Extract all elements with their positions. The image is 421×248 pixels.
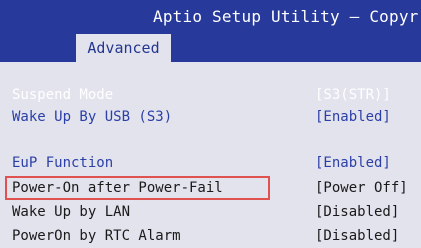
menu-item-label: Suspend Mode	[12, 87, 114, 103]
settings-menu: Suspend Mode [S3(STR)] Wake Up By USB (S…	[0, 62, 421, 248]
menu-item-eup-function[interactable]: EuP Function [Enabled]	[0, 151, 421, 175]
menu-item-label: PowerOn by RTC Alarm	[12, 228, 181, 244]
menu-item-label: Wake Up By USB (S3)	[12, 109, 173, 125]
menu-item-wake-up-by-usb[interactable]: Wake Up By USB (S3) [Enabled]	[0, 105, 421, 129]
bios-header: Aptio Setup Utility – Copyr Advanced	[0, 0, 421, 62]
menu-item-value: [S3(STR)]	[315, 87, 391, 103]
menu-item-value: [Disabled]	[315, 204, 400, 220]
menu-item-label: Wake Up by LAN	[12, 204, 131, 220]
menu-item-wake-up-by-lan[interactable]: Wake Up by LAN [Disabled]	[0, 200, 421, 224]
menu-item-value: [Power Off]	[315, 180, 408, 196]
menu-item-suspend-mode[interactable]: Suspend Mode [S3(STR)]	[0, 83, 421, 107]
app-title: Aptio Setup Utility – Copyr	[153, 7, 419, 26]
menu-item-value: [Enabled]	[315, 155, 391, 171]
menu-item-label: EuP Function	[12, 155, 114, 171]
menu-item-poweron-by-rtc-alarm[interactable]: PowerOn by RTC Alarm [Disabled]	[0, 224, 421, 248]
menu-item-value: [Disabled]	[315, 228, 400, 244]
tab-advanced[interactable]: Advanced	[76, 34, 171, 62]
highlight-box	[5, 176, 270, 200]
menu-item-value: [Enabled]	[315, 109, 391, 125]
